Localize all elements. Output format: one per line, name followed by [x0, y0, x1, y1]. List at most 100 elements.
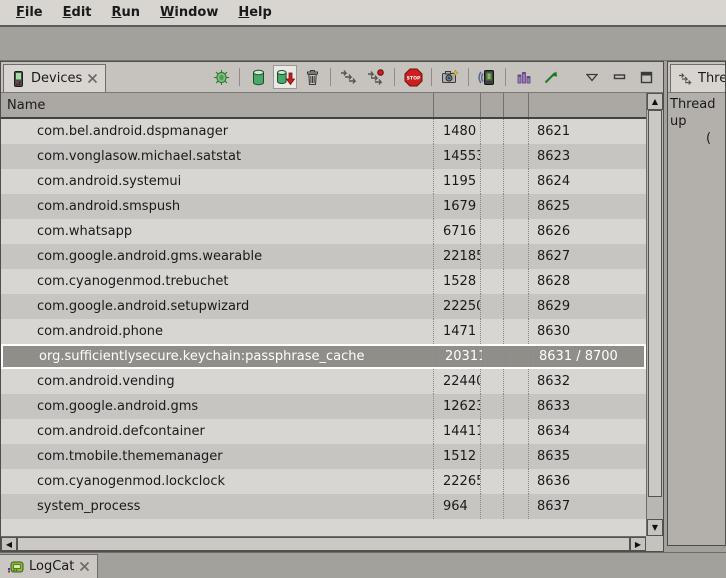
tab-logcat[interactable]: LogCat [0, 554, 98, 578]
threads-message-line1: Thread up [670, 96, 723, 130]
devices-panel: Devices [0, 61, 664, 552]
menu-item-file[interactable]: File [6, 2, 53, 23]
process-pid-cell: 22250 [434, 294, 481, 319]
threads-message: Thread up ( [668, 93, 725, 545]
table-row[interactable]: com.android.systemui 1195 8624 [1, 169, 646, 194]
minimize-icon[interactable] [607, 65, 631, 89]
process-name-cell: com.android.defcontainer [1, 419, 434, 444]
scroll-down-arrow-icon[interactable]: ▼ [647, 519, 663, 536]
table-row[interactable]: com.tmobile.thememanager 1512 8635 [1, 444, 646, 469]
maximize-icon[interactable] [634, 65, 658, 89]
process-table-body: com.bel.android.dspmanager 1480 8621 com… [1, 119, 646, 536]
process-port-cell: 8623 [529, 144, 646, 169]
process-port-cell: 8624 [529, 169, 646, 194]
column-header-blank1[interactable] [481, 93, 504, 117]
vertical-scrollbar[interactable]: ▲ ▼ [646, 93, 663, 536]
debug-bug-icon[interactable] [209, 65, 233, 89]
menu-item-edit[interactable]: Edit [53, 2, 102, 23]
horizontal-scrollbar-thumb[interactable] [17, 537, 630, 551]
blank-cell [481, 119, 504, 144]
table-row[interactable]: com.android.defcontainer 14411 8634 [1, 419, 646, 444]
table-row[interactable]: system_process 964 8637 [1, 494, 646, 519]
vertical-scrollbar-track[interactable] [647, 497, 663, 519]
process-name-cell: com.bel.android.dspmanager [1, 119, 434, 144]
table-row[interactable]: com.cyanogenmod.lockclock 22265 8636 [1, 469, 646, 494]
tab-logcat-label: LogCat [29, 559, 74, 574]
cause-gc-icon[interactable] [300, 65, 324, 89]
tab-devices[interactable]: Devices [3, 64, 106, 92]
menu-bar: FileEditRunWindowHelp [0, 0, 726, 27]
process-port-cell: 8625 [529, 194, 646, 219]
update-heap-icon[interactable] [246, 65, 270, 89]
table-row[interactable]: com.bel.android.dspmanager 1480 8621 [1, 119, 646, 144]
stop-text: STOP [406, 75, 420, 81]
menu-item-run[interactable]: Run [102, 2, 151, 23]
vertical-scrollbar-thumb[interactable] [648, 110, 662, 497]
screen-record-icon[interactable] [475, 65, 499, 89]
toolbar-separator [431, 68, 432, 86]
dump-hprof-icon[interactable] [273, 65, 297, 89]
blank-cell [506, 346, 531, 367]
process-name-cell: com.google.android.gms.wearable [1, 244, 434, 269]
table-row[interactable]: com.google.android.gms 12623 8633 [1, 394, 646, 419]
column-header-pid[interactable] [434, 93, 481, 117]
table-row[interactable]: com.google.android.setupwizard 22250 862… [1, 294, 646, 319]
table-row[interactable]: com.cyanogenmod.trebuchet 1528 8628 [1, 269, 646, 294]
process-pid-cell: 1195 [434, 169, 481, 194]
process-port-cell: 8634 [529, 419, 646, 444]
screen-capture-icon[interactable] [438, 65, 462, 89]
process-table-header: Name [1, 93, 646, 119]
stop-process-icon[interactable]: STOP [401, 65, 425, 89]
process-port-cell: 8621 [529, 119, 646, 144]
process-name-cell: com.cyanogenmod.trebuchet [1, 269, 434, 294]
view-menu-icon[interactable] [580, 65, 604, 89]
toolbar-separator [239, 68, 240, 86]
menu-item-help[interactable]: Help [228, 2, 281, 23]
table-row[interactable]: com.android.vending 22440 8632 [1, 369, 646, 394]
close-icon[interactable] [79, 561, 90, 572]
table-row[interactable]: org.sufficientlysecure.keychain:passphra… [1, 344, 646, 369]
blank-cell [504, 194, 529, 219]
blank-cell [481, 444, 504, 469]
blank-cell [504, 294, 529, 319]
devices-toolbar: STOP [209, 65, 658, 89]
menu-item-window[interactable]: Window [150, 2, 228, 23]
toolbar-separator [468, 68, 469, 86]
process-name-cell: com.vonglasow.michael.satstat [1, 144, 434, 169]
table-row[interactable]: com.whatsapp 6716 8626 [1, 219, 646, 244]
threads-message-line2: ( [706, 130, 723, 147]
blank-cell [481, 419, 504, 444]
blank-cell [504, 219, 529, 244]
scroll-right-arrow-icon[interactable]: ▶ [630, 537, 646, 551]
sysinfo-icon[interactable] [512, 65, 536, 89]
process-name-cell: org.sufficientlysecure.keychain:passphra… [3, 346, 436, 367]
logcat-bar: LogCat [0, 552, 726, 577]
table-row[interactable]: com.vonglasow.michael.satstat 14553 8623 [1, 144, 646, 169]
table-row[interactable]: com.android.smspush 1679 8625 [1, 194, 646, 219]
blank-cell [504, 319, 529, 344]
process-port-cell: 8637 [529, 494, 646, 519]
reset-adb-icon[interactable] [539, 65, 563, 89]
close-icon[interactable] [87, 73, 98, 84]
update-threads-icon[interactable] [337, 65, 361, 89]
table-row[interactable]: com.google.android.gms.wearable 22185 86… [1, 244, 646, 269]
table-row[interactable]: com.android.phone 1471 8630 [1, 319, 646, 344]
scroll-up-arrow-icon[interactable]: ▲ [647, 93, 663, 110]
column-header-name[interactable]: Name [1, 93, 434, 117]
blank-cell [504, 169, 529, 194]
blank-cell [504, 394, 529, 419]
blank-cell [504, 419, 529, 444]
column-header-blank2[interactable] [504, 93, 529, 117]
process-pid-cell: 1679 [434, 194, 481, 219]
method-profiling-icon[interactable] [364, 65, 388, 89]
process-pid-cell: 6716 [434, 219, 481, 244]
threads-tabbar: Threads [668, 62, 725, 93]
column-header-port[interactable] [529, 93, 646, 117]
scroll-left-arrow-icon[interactable]: ◀ [1, 537, 17, 551]
logcat-icon [7, 560, 24, 574]
tab-threads[interactable]: Threads [670, 64, 726, 92]
process-port-cell: 8628 [529, 269, 646, 294]
horizontal-scrollbar[interactable]: ◀ ▶ [1, 536, 646, 551]
blank-cell [481, 369, 504, 394]
process-name-cell: com.tmobile.thememanager [1, 444, 434, 469]
